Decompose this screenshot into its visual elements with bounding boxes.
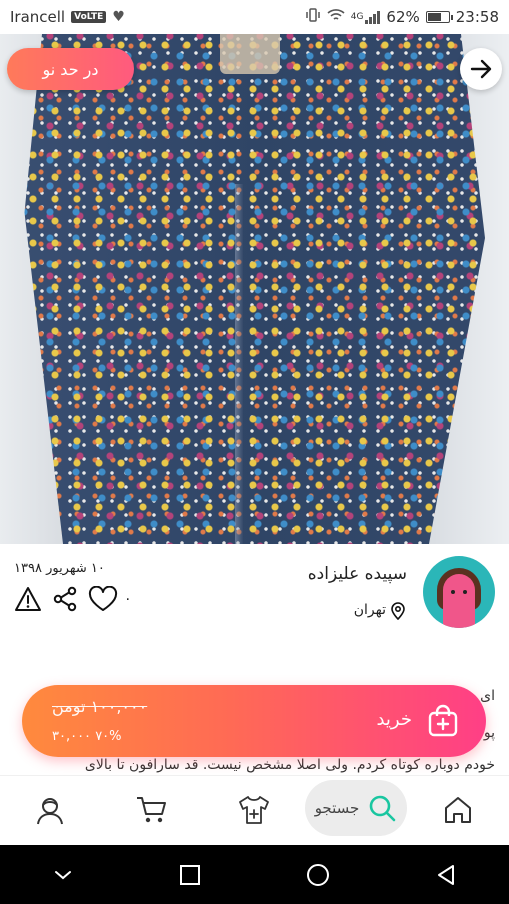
network-type: 4G xyxy=(350,12,364,22)
cart-icon xyxy=(137,797,166,823)
search-icon xyxy=(370,795,396,822)
system-navigation-bar xyxy=(0,845,509,904)
volte-badge: VoLTE xyxy=(71,11,107,23)
signal-icon xyxy=(365,10,381,24)
arrow-right-icon xyxy=(470,59,492,79)
seller-location: تهران xyxy=(354,600,407,620)
shopping-bag-add-icon[interactable] xyxy=(426,704,460,738)
avatar-eye xyxy=(463,590,467,594)
location-pin-icon xyxy=(391,602,405,620)
status-left: Irancell VoLTE ♥ xyxy=(10,8,125,26)
product-image-carousel[interactable] xyxy=(0,34,509,544)
seller-name[interactable]: سپیده علیزاده xyxy=(308,564,407,584)
image-background-right xyxy=(429,34,509,544)
original-price: ۱۰۰,۰۰۰ تومن xyxy=(52,697,148,716)
home-icon xyxy=(445,797,471,823)
description-line: پو xyxy=(483,725,495,741)
battery-percent: 62% xyxy=(386,8,420,26)
post-date: ۱۰ شهریور ۱۳۹۸ xyxy=(14,561,105,576)
add-post-icon xyxy=(239,796,269,824)
profile-icon xyxy=(37,798,63,825)
nav-cart[interactable] xyxy=(134,792,170,828)
description-line: ای xyxy=(480,688,495,704)
post-actions: ۰ xyxy=(14,586,132,612)
heart-like-icon[interactable] xyxy=(88,586,118,612)
description-line: خودم دوباره کوتاه کردم. ولی اصلا مشخص نی… xyxy=(84,757,495,773)
recents-square-icon[interactable] xyxy=(178,863,202,887)
clock: 23:58 xyxy=(455,8,499,26)
nav-search-label: جستجو xyxy=(314,799,360,817)
seller-section: سپیده علیزاده تهران ۱۰ شهریور ۱۳۹۸ ۰ xyxy=(0,544,509,654)
share-icon[interactable] xyxy=(52,586,78,612)
garment-seam xyxy=(235,184,243,544)
nav-home[interactable] xyxy=(440,792,476,828)
back-button[interactable] xyxy=(460,48,502,90)
avatar[interactable] xyxy=(423,556,495,628)
like-count: ۰ xyxy=(124,591,132,607)
location-label: تهران xyxy=(353,602,386,618)
buy-bar[interactable]: خرید ۱۰۰,۰۰۰ تومن ۷۰% ۳۰,۰۰۰ xyxy=(22,685,486,757)
buy-button-label[interactable]: خرید xyxy=(376,709,412,730)
nav-add-post[interactable] xyxy=(236,792,272,828)
nav-profile[interactable] xyxy=(32,792,68,828)
image-background-left xyxy=(0,34,63,544)
report-warning-icon[interactable] xyxy=(14,586,42,612)
chevron-down-icon[interactable] xyxy=(51,863,75,887)
garment-label-area xyxy=(220,34,280,74)
heart-notification-icon: ♥ xyxy=(112,9,125,25)
status-bar: Irancell VoLTE ♥ 4G 62% 23:58 xyxy=(0,0,509,34)
back-triangle-icon[interactable] xyxy=(434,863,458,887)
screen: Irancell VoLTE ♥ 4G 62% 23:58 در حد نو س… xyxy=(0,0,509,904)
wifi-icon xyxy=(327,8,345,26)
avatar-eye xyxy=(451,590,455,594)
nav-search[interactable]: جستجو xyxy=(305,780,407,836)
condition-chip: در حد نو xyxy=(7,48,134,90)
battery-icon xyxy=(425,11,453,23)
avatar-face xyxy=(443,574,475,628)
bottom-navigation: جستجو xyxy=(0,775,509,845)
vibrate-icon xyxy=(305,7,321,27)
home-circle-icon[interactable] xyxy=(305,862,331,888)
carrier-label: Irancell xyxy=(10,8,66,26)
status-right: 4G 62% 23:58 xyxy=(305,7,499,27)
discount-price: ۷۰% ۳۰,۰۰۰ xyxy=(52,729,122,744)
